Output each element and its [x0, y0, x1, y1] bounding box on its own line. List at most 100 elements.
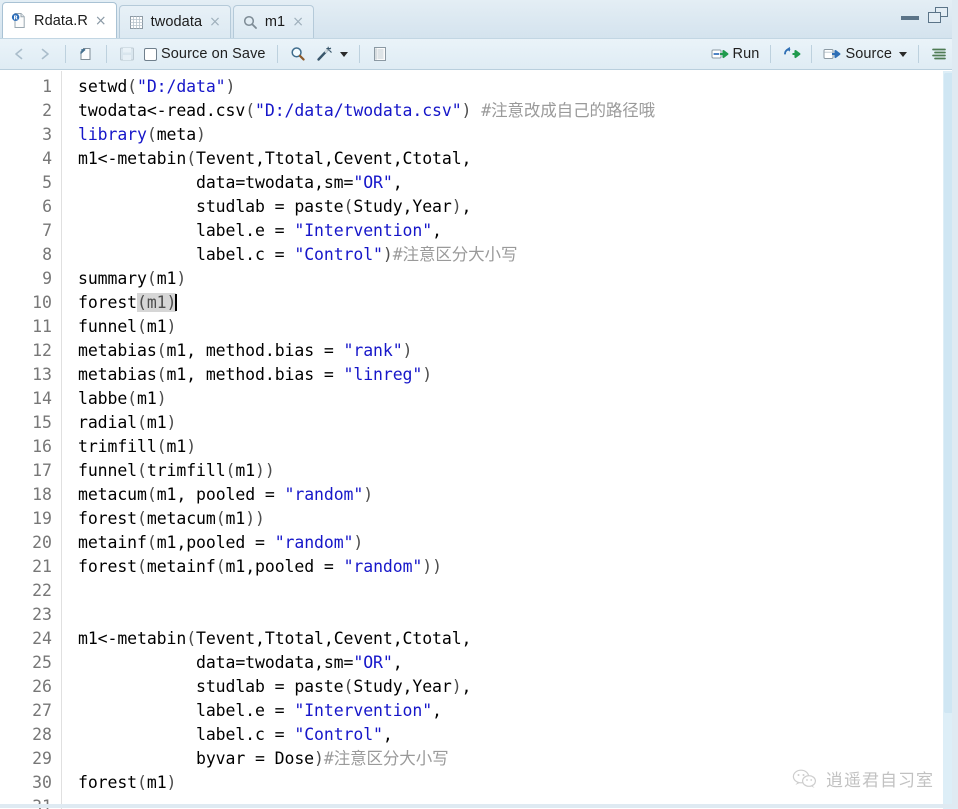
source-icon — [823, 45, 841, 63]
chevron-down-icon[interactable] — [339, 51, 348, 57]
line-number: 18 — [32, 485, 52, 504]
source-on-save-checkbox[interactable] — [144, 47, 157, 61]
code-token-str: "D:/data/twodata.csv" — [255, 101, 462, 120]
code-line[interactable]: metainf(m1,pooled = "random") — [78, 531, 958, 555]
code-token-plain: metabias — [78, 341, 157, 360]
code-token-plain: trimfill — [78, 437, 157, 456]
find-replace-button[interactable] — [285, 43, 311, 65]
save-button[interactable] — [114, 43, 140, 65]
code-token-plain: forest — [78, 293, 138, 312]
code-line[interactable]: library(meta) — [78, 123, 958, 147]
code-line[interactable]: data=twodata,sm="OR", — [78, 651, 958, 675]
line-number: 13 — [32, 365, 52, 384]
code-token-plain: forest — [78, 509, 138, 528]
magic-wand-icon — [315, 45, 333, 63]
code-line[interactable]: summary(m1) — [78, 267, 958, 291]
tab-close-icon[interactable]: × — [292, 15, 304, 29]
toolbar-divider — [811, 45, 813, 63]
code-line[interactable]: trimfill(m1) — [78, 435, 958, 459]
code-line[interactable]: studlab = paste(Study,Year), — [78, 195, 958, 219]
code-line[interactable]: label.e = "Intervention", — [78, 219, 958, 243]
code-token-plain: studlab = paste — [78, 197, 344, 216]
code-line[interactable]: forest(m1) — [78, 291, 958, 315]
code-token-plain: label.c = — [78, 725, 295, 744]
code-token-par: ( — [137, 317, 147, 336]
chevron-down-icon[interactable] — [899, 51, 907, 57]
code-line[interactable]: m1<-metabin(Tevent,Ttotal,Cevent,Ctotal, — [78, 147, 958, 171]
code-line[interactable]: forest(metainf(m1,pooled = "random")) — [78, 555, 958, 579]
code-token-plain: , — [432, 221, 442, 240]
code-token-plain: forest — [78, 773, 138, 792]
tab-twodata[interactable]: twodata × — [118, 5, 231, 38]
code-token-plain: byvar = Dose — [78, 749, 315, 768]
line-number: 29 — [32, 749, 52, 768]
tab-m1[interactable]: m1 × — [232, 5, 314, 38]
code-token-str: "Intervention" — [294, 701, 433, 720]
line-number: 15 — [32, 413, 52, 432]
code-line[interactable]: forest(metacum(m1)) — [78, 507, 958, 531]
source-button[interactable]: Source — [819, 43, 911, 65]
minimize-pane-icon[interactable] — [901, 11, 919, 20]
code-token-plain: Tevent,Ttotal,Cevent,Ctotal, — [196, 149, 472, 168]
tab-close-icon[interactable]: × — [209, 15, 221, 29]
rerun-button[interactable] — [778, 43, 804, 65]
code-line[interactable]: funnel(m1) — [78, 315, 958, 339]
code-token-plain: funnel — [78, 461, 138, 480]
code-token-plain: , — [392, 653, 403, 672]
code-line[interactable]: setwd("D:/data") — [78, 75, 958, 99]
popout-button[interactable] — [73, 43, 99, 65]
forward-button[interactable] — [32, 43, 58, 65]
code-token-plain: m1<-metabin — [78, 629, 187, 648]
source-on-save-toggle[interactable]: Source on Save — [140, 44, 270, 64]
code-editor[interactable]: 1 2 3 4 5 6 7 8 9 10 11 12 13 14 15 16 17 18 19 20 21 22 23 24 2… — [0, 70, 958, 809]
code-line[interactable] — [78, 603, 958, 627]
document-outline-button[interactable] — [926, 43, 952, 65]
code-line[interactable]: metabias(m1, method.bias = "rank") — [78, 339, 958, 363]
code-line[interactable]: twodata<-read.csv("D:/data/twodata.csv")… — [78, 99, 958, 123]
code-line[interactable]: funnel(trimfill(m1)) — [78, 459, 958, 483]
code-line[interactable]: label.c = "Control", — [78, 723, 958, 747]
line-number: 6 — [42, 197, 52, 216]
code-line[interactable]: studlab = paste(Study,Year), — [78, 675, 958, 699]
code-token-plain: m1,pooled = — [156, 533, 275, 552]
code-line[interactable]: label.c = "Control")#注意区分大小写 — [78, 243, 958, 267]
code-line[interactable]: metabias(m1, method.bias = "linreg") — [78, 363, 958, 387]
line-number: 7 — [42, 221, 52, 240]
toolbar-divider — [65, 45, 66, 63]
code-line[interactable]: byvar = Dose)#注意区分大小写 — [78, 747, 958, 771]
code-line[interactable]: label.e = "Intervention", — [78, 699, 958, 723]
back-button[interactable] — [6, 43, 32, 65]
code-token-par: ) — [225, 77, 236, 96]
line-number: 19 — [32, 509, 52, 528]
code-token-plain: metacum — [146, 509, 216, 528]
code-line[interactable]: forest(m1) — [78, 771, 958, 795]
code-token-par: ( — [156, 365, 167, 384]
tab-rdata-r[interactable]: R Rdata.R × — [2, 2, 117, 38]
compile-notebook-button[interactable] — [367, 43, 393, 65]
code-tools-button[interactable] — [311, 43, 352, 65]
code-content[interactable]: setwd("D:/data") twodata<-read.csv("D:/da… — [62, 71, 958, 809]
code-line[interactable]: metacum(m1, pooled = "random") — [78, 483, 958, 507]
code-token-par: ( — [137, 413, 147, 432]
code-token-com: #注意区分大小写 — [323, 749, 449, 768]
arrow-left-icon — [10, 45, 28, 63]
run-label: Run — [732, 46, 760, 62]
code-token-plain: meta — [156, 125, 197, 144]
tab-close-icon[interactable]: × — [95, 14, 107, 28]
svg-text:R: R — [13, 16, 18, 22]
code-token-plain: setwd — [78, 77, 128, 96]
code-token-plain: m1, method.bias = — [166, 365, 344, 384]
code-token-plain: m1 — [137, 389, 157, 408]
code-token-par: ) — [314, 749, 324, 768]
code-line[interactable]: data=twodata,sm="OR", — [78, 171, 958, 195]
code-token-par: )) — [255, 461, 275, 480]
code-token-par: )) — [245, 509, 265, 528]
code-line[interactable]: radial(m1) — [78, 411, 958, 435]
maximize-pane-icon[interactable] — [928, 7, 948, 23]
code-line[interactable] — [78, 579, 958, 603]
tab-label: twodata — [150, 14, 203, 30]
code-line[interactable]: m1<-metabin(Tevent,Ttotal,Cevent,Ctotal, — [78, 627, 958, 651]
run-button[interactable]: Run — [707, 43, 764, 65]
code-line[interactable]: labbe(m1) — [78, 387, 958, 411]
code-token-par: ) — [166, 317, 177, 336]
